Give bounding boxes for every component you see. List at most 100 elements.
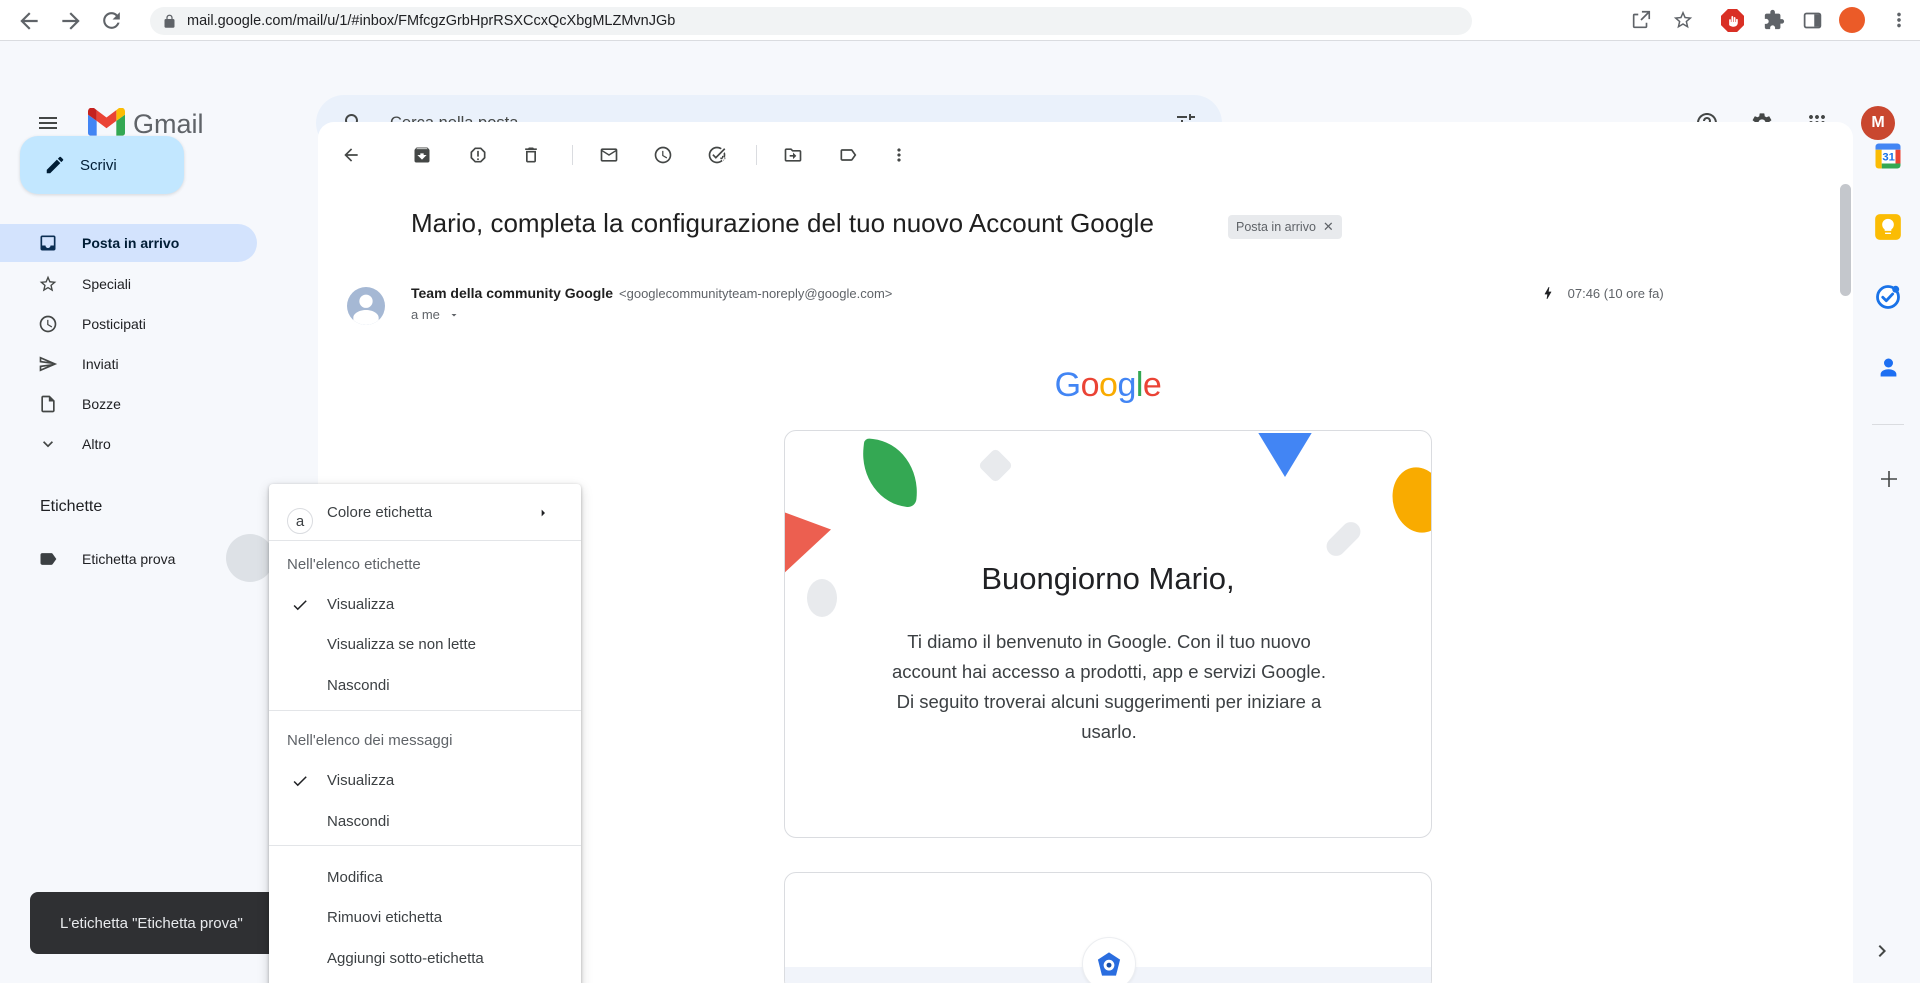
- dynamic-email-bolt-icon: [1540, 285, 1556, 301]
- report-spam-icon[interactable]: [458, 135, 498, 175]
- menu-section-label-list: Nell'elenco etichette: [287, 556, 421, 573]
- url-text: mail.google.com/mail/u/1/#inbox/FMfcgzGr…: [187, 13, 675, 29]
- back-to-inbox-icon[interactable]: [331, 135, 371, 175]
- confetti-gray-pill: [1323, 518, 1365, 560]
- ssl-lock-icon[interactable]: [162, 14, 177, 29]
- account-avatar[interactable]: M: [1861, 106, 1895, 140]
- sidebar-item-sent[interactable]: Inviati: [0, 345, 257, 383]
- welcome-card: Buongiorno Mario, Ti diamo il benvenuto …: [784, 430, 1432, 838]
- add-to-tasks-icon[interactable]: [697, 135, 737, 175]
- calendar-icon[interactable]: 31: [1873, 141, 1903, 171]
- menu-divider: [269, 540, 581, 541]
- menu-item-show[interactable]: Visualizza: [269, 585, 581, 625]
- security-badge: [1082, 937, 1136, 983]
- sidebar-item-label: Bozze: [82, 396, 121, 412]
- message-time: 07:46 (10 ore fa): [1540, 285, 1664, 301]
- mark-unread-icon[interactable]: [589, 135, 629, 175]
- email-subject: Mario, completa la configurazione del tu…: [411, 208, 1154, 239]
- inbox-icon: [38, 233, 58, 253]
- label-tag-icon: [38, 549, 58, 569]
- menu-item-show-if-unread[interactable]: Visualizza se non lette: [269, 625, 581, 665]
- shield-camera-icon: [1095, 950, 1123, 978]
- labels-icon[interactable]: [828, 135, 868, 175]
- menu-item-add-sublabel[interactable]: Aggiungi sotto-etichetta: [269, 939, 581, 979]
- browser-profile-avatar[interactable]: [1839, 7, 1865, 33]
- pencil-icon: [44, 154, 66, 176]
- sidebar-item-label: Altro: [82, 436, 111, 452]
- compose-button[interactable]: Scrivi: [20, 136, 184, 194]
- sidebar-item-drafts[interactable]: Bozze: [0, 385, 257, 423]
- snooze-icon[interactable]: [643, 135, 683, 175]
- draft-file-icon: [38, 394, 58, 414]
- archive-icon[interactable]: [402, 135, 442, 175]
- share-icon[interactable]: [1630, 9, 1656, 35]
- sidebar-item-inbox[interactable]: Posta in arrivo: [0, 224, 257, 262]
- compose-label: Scrivi: [80, 157, 117, 174]
- browser-menu-kebab-icon[interactable]: [1888, 9, 1914, 35]
- contacts-icon[interactable]: [1875, 354, 1902, 381]
- confetti-blue-triangle: [1256, 433, 1314, 477]
- email-body-text: Ti diamo il benvenuto in Google. Con il …: [874, 627, 1344, 747]
- hide-side-panel-chevron-icon[interactable]: [1870, 939, 1894, 963]
- address-bar[interactable]: mail.google.com/mail/u/1/#inbox/FMfcgzGr…: [150, 7, 1472, 35]
- menu-divider: [269, 710, 581, 711]
- label-context-menu: a Colore etichetta Nell'elenco etichette…: [269, 484, 581, 983]
- inbox-label-chip[interactable]: Posta in arrivo ✕: [1228, 215, 1342, 239]
- sidebar-label-name: Etichetta prova: [82, 551, 175, 567]
- menu-section-message-list: Nell'elenco dei messaggi: [287, 732, 452, 749]
- browser-forward-icon[interactable]: [58, 8, 84, 34]
- bookmark-star-icon[interactable]: [1672, 9, 1698, 35]
- gmail-logo-icon[interactable]: [88, 108, 125, 136]
- confetti-yellow-circle: [1386, 462, 1432, 539]
- menu-divider: [269, 845, 581, 846]
- chevron-down-icon: [38, 434, 58, 454]
- main-menu-hamburger-icon[interactable]: [36, 111, 60, 135]
- confetti-green-shape: [858, 438, 922, 508]
- menu-item-label-color[interactable]: a Colore etichetta: [269, 492, 581, 534]
- sidebar-label-etichetta-prova[interactable]: Etichetta prova: [0, 540, 257, 578]
- check-icon: [291, 596, 309, 614]
- sidebar-item-more[interactable]: Altro: [0, 425, 257, 463]
- menu-item-edit[interactable]: Modifica: [269, 858, 581, 898]
- more-options-kebab-icon[interactable]: [879, 135, 919, 175]
- recipient-dropdown[interactable]: a me: [411, 307, 460, 322]
- menu-item-hide[interactable]: Nascondi: [269, 666, 581, 706]
- delete-icon[interactable]: [511, 135, 551, 175]
- toolbar-separator: [756, 145, 757, 165]
- sidebar-item-starred[interactable]: Speciali: [0, 265, 257, 303]
- labels-heading: Etichette: [40, 498, 102, 516]
- sidebar-item-label: Posticipati: [82, 316, 146, 332]
- sidebar-item-label: Inviati: [82, 356, 119, 372]
- scrollbar-thumb[interactable]: [1840, 184, 1851, 296]
- browser-toolbar: mail.google.com/mail/u/1/#inbox/FMfcgzGr…: [0, 0, 1920, 41]
- browser-back-icon[interactable]: [16, 8, 42, 34]
- sidebar-item-snoozed[interactable]: Posticipati: [0, 305, 257, 343]
- move-to-folder-icon[interactable]: [773, 135, 813, 175]
- suggestion-card: [784, 872, 1432, 983]
- menu-item-remove-label[interactable]: Rimuovi etichetta: [269, 898, 581, 938]
- keep-icon[interactable]: [1874, 213, 1902, 241]
- sidebar-item-label: Posta in arrivo: [82, 235, 179, 251]
- label-options-hover-circle[interactable]: [226, 534, 274, 582]
- toast-text: L'etichetta "Etichetta prova": [60, 915, 243, 932]
- email-greeting: Buongiorno Mario,: [785, 561, 1431, 597]
- browser-reload-icon[interactable]: [99, 8, 125, 34]
- sidebar-item-label: Speciali: [82, 276, 131, 292]
- star-icon: [38, 274, 58, 294]
- gmail-header: Gmail M: [0, 41, 1920, 112]
- sender-avatar[interactable]: [347, 287, 385, 325]
- tasks-icon[interactable]: [1874, 283, 1902, 311]
- sender-name: Team della community Google<googlecommun…: [411, 285, 892, 301]
- submenu-arrow-icon: [535, 505, 551, 521]
- menu-item-show-messages[interactable]: Visualizza: [269, 761, 581, 801]
- adblock-extension-icon[interactable]: [1721, 9, 1744, 32]
- side-panel-icon[interactable]: [1802, 10, 1828, 36]
- chip-remove-icon[interactable]: ✕: [1323, 219, 1334, 235]
- confetti-gray-diamond: [978, 448, 1013, 483]
- send-icon: [38, 354, 58, 374]
- extensions-puzzle-icon[interactable]: [1763, 9, 1789, 35]
- get-addons-plus-icon[interactable]: [1877, 467, 1901, 491]
- svg-text:31: 31: [1882, 151, 1895, 163]
- menu-item-hide-messages[interactable]: Nascondi: [269, 802, 581, 842]
- panel-divider: [1872, 424, 1904, 425]
